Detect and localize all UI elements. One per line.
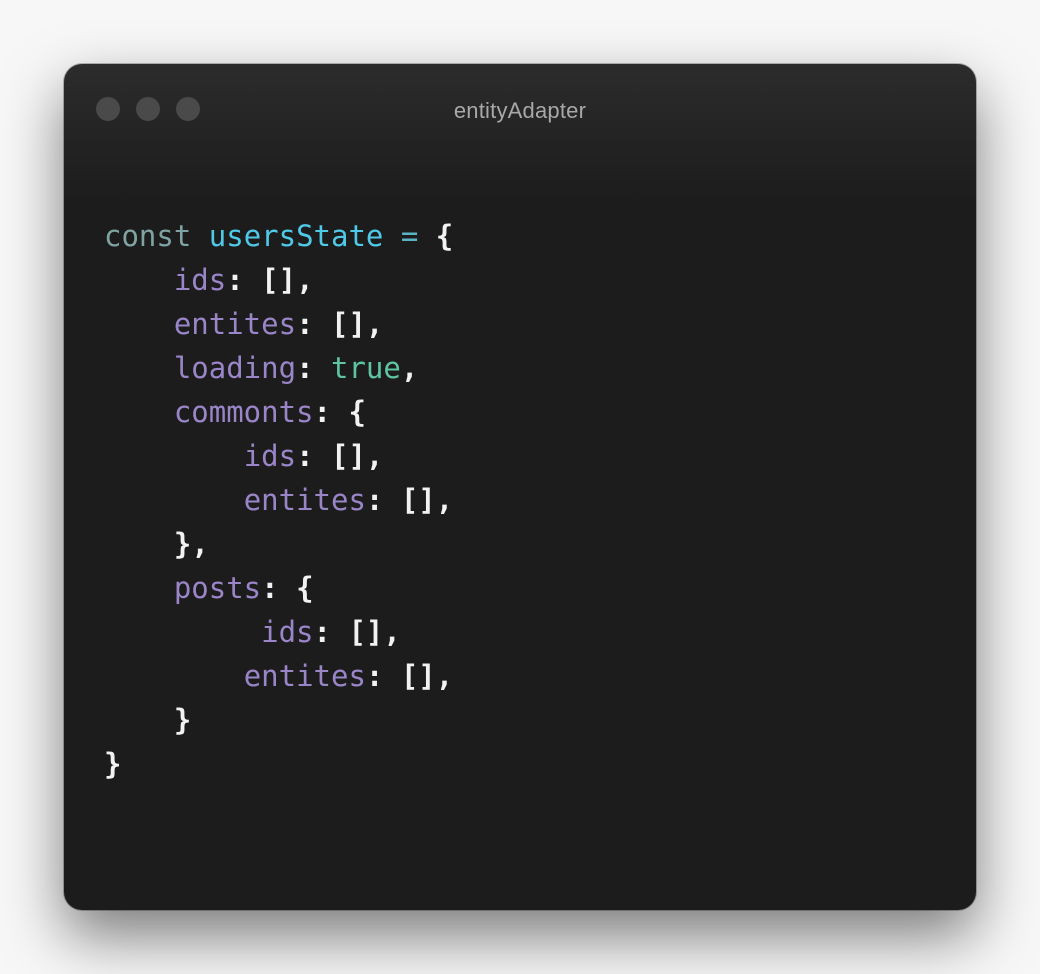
empty-array: [] [400,659,436,693]
empty-array: [] [261,263,297,297]
empty-array: [] [330,307,366,341]
variable-name: usersState [208,219,384,253]
open-brace: { [296,571,314,605]
property-entites: entites [243,659,366,693]
open-brace: { [435,219,454,253]
close-brace: } [173,703,192,737]
code-block: const usersState = { ids: [], entites: [… [104,214,453,786]
open-brace: { [348,395,366,429]
property-posts: posts [173,571,262,605]
code-window: entityAdapter const usersState = { ids: … [64,64,976,910]
property-entites: entites [243,483,366,517]
code-line-9: posts: { [173,571,314,605]
code-line-13: } [104,742,453,786]
property-entites: entites [173,307,297,341]
code-line-5: commonts: { [173,395,366,429]
empty-array: [] [400,483,436,517]
property-ids: ids [261,615,314,649]
code-line-7: entites: [], [243,483,454,517]
property-loading: loading [173,351,297,385]
close-brace: } [104,747,122,781]
code-line-4: loading: true, [173,351,419,385]
property-ids: ids [243,439,297,473]
code-line-8: }, [173,527,209,561]
code-line-10: ids: [], [261,615,401,649]
code-line-1: const usersState = { [104,214,453,258]
code-line-2: ids: [], [173,263,314,297]
property-commonts: commonts [173,395,314,429]
empty-array: [] [331,439,366,473]
property-ids: ids [173,263,227,297]
window-title: entityAdapter [453,98,587,123]
empty-array: [] [348,615,384,649]
boolean-value: true [330,351,401,385]
assignment-operator: = [400,219,419,253]
code-line-6: ids: [], [243,439,384,473]
code-line-12: } [104,698,453,742]
const-keyword: const [104,219,192,253]
code-line-11: entites: [], [243,659,454,693]
close-brace: } [173,527,192,561]
title-bar: entityAdapter [64,64,976,160]
code-line-3: entites: [], [173,307,384,341]
